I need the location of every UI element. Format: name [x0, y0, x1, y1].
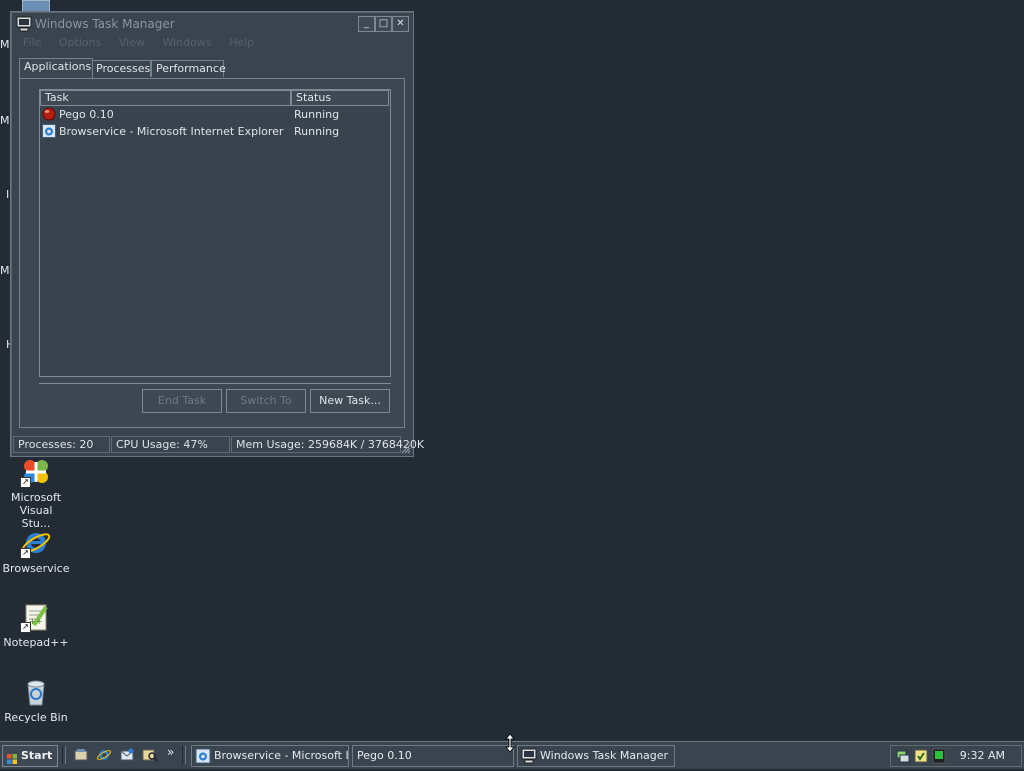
quick-launch-more-icon[interactable]: »	[167, 745, 174, 759]
close-button[interactable]: ✕	[392, 16, 409, 32]
menu-bar: File Options View Windows Help	[15, 36, 409, 52]
applications-panel: Task Status Pego 0.10 Running Browservic…	[19, 78, 405, 428]
desktop-partial-label-2: M	[0, 114, 10, 127]
resize-grip-icon[interactable]	[401, 444, 411, 454]
show-desktop-icon[interactable]	[73, 747, 89, 763]
desktop-icon-notepadpp[interactable]: ++ ↗ Notepad++	[0, 601, 72, 649]
taskbar-button-pego[interactable]: Pego 0.10	[352, 745, 514, 767]
maximize-button[interactable]: □	[375, 16, 392, 32]
network-icon[interactable]	[895, 748, 911, 767]
taskbar-button-label: Pego 0.10	[357, 749, 412, 762]
pego-icon	[42, 107, 56, 121]
shortcut-arrow-icon: ↗	[20, 548, 31, 559]
switch-to-button[interactable]: Switch To	[226, 389, 306, 413]
start-label: Start	[21, 749, 53, 762]
task-list[interactable]: Task Status Pego 0.10 Running Browservic…	[39, 89, 391, 377]
end-task-button[interactable]: End Task	[142, 389, 222, 413]
visual-studio-icon: ↗	[20, 456, 52, 488]
start-button[interactable]: Start	[2, 745, 58, 767]
minimize-button[interactable]: _	[358, 16, 375, 32]
taskbar-separator	[182, 746, 186, 764]
title-bar[interactable]: Windows Task Manager _ □ ✕	[13, 14, 411, 34]
column-header-task[interactable]: Task	[40, 90, 291, 106]
desktop-icon-browservice[interactable]: ↗ Browservice	[0, 527, 72, 575]
new-task-button[interactable]: New Task...	[310, 389, 390, 413]
desktop-partial-label-4: M	[0, 264, 10, 277]
desktop-icon-visual-studio[interactable]: ↗ Microsoft Visual Stu...	[0, 456, 72, 530]
menu-file[interactable]: File	[23, 36, 41, 49]
taskbar-button-browservice[interactable]: Browservice - Microsoft I...	[191, 745, 349, 767]
security-icon[interactable]	[913, 748, 929, 767]
resize-cursor-icon	[505, 733, 515, 753]
notepad-plus-plus-icon: ++ ↗	[20, 601, 52, 633]
desktop-icon-label: Browservice	[2, 562, 70, 575]
taskbar-button-label: Windows Task Manager	[540, 749, 669, 762]
task-row[interactable]: Browservice - Microsoft Internet Explore…	[42, 123, 386, 140]
clock[interactable]: 9:32 AM	[960, 746, 1005, 766]
status-monitor-icon[interactable]	[931, 748, 947, 767]
outlook-express-icon[interactable]	[119, 747, 135, 763]
menu-options[interactable]: Options	[59, 36, 101, 49]
desktop-icon-label: Microsoft Visual Stu...	[10, 491, 62, 530]
task-manager-icon	[16, 16, 32, 32]
menu-windows[interactable]: Windows	[162, 36, 211, 49]
panel-divider	[39, 383, 391, 384]
shortcut-arrow-icon: ↗	[20, 622, 31, 633]
menu-help[interactable]: Help	[229, 36, 254, 49]
svg-text:++: ++	[29, 617, 42, 626]
desktop-partial-label-1: M	[0, 38, 10, 51]
taskbar-button-task-manager[interactable]: Windows Task Manager	[517, 745, 675, 767]
task-manager-icon	[521, 748, 537, 764]
task-row[interactable]: Pego 0.10 Running	[42, 106, 386, 123]
task-list-header: Task Status	[40, 90, 390, 106]
tab-processes[interactable]: Processes	[91, 60, 151, 77]
task-manager-window: Windows Task Manager _ □ ✕ File Options …	[10, 11, 424, 457]
status-processes: Processes: 20	[13, 436, 110, 453]
search-icon[interactable]	[142, 747, 158, 763]
status-mem-usage: Mem Usage: 259684K / 3768420K	[231, 436, 424, 453]
system-tray: 9:32 AM	[890, 745, 1022, 767]
tab-performance[interactable]: Performance	[151, 60, 226, 77]
internet-explorer-icon	[195, 748, 211, 764]
taskbar-separator	[62, 746, 66, 764]
status-bar: Processes: 20 CPU Usage: 47% Mem Usage: …	[13, 436, 424, 453]
window-title: Windows Task Manager	[35, 17, 175, 31]
task-status: Running	[294, 108, 340, 121]
taskbar-button-label: Browservice - Microsoft I...	[214, 749, 349, 762]
tab-applications[interactable]: Applications	[19, 58, 93, 78]
task-name: Pego 0.10	[59, 108, 114, 121]
task-name: Browservice - Microsoft Internet Explore…	[59, 125, 284, 138]
shortcut-arrow-icon: ↗	[20, 477, 31, 488]
internet-explorer-icon: ↗	[20, 527, 52, 559]
desktop-icon-recycle-bin[interactable]: Recycle Bin	[0, 676, 72, 724]
internet-explorer-icon[interactable]	[96, 747, 112, 763]
status-cpu-usage: CPU Usage: 47%	[111, 436, 230, 453]
desktop-icon-label: Recycle Bin	[4, 711, 68, 724]
task-status: Running	[294, 125, 340, 138]
internet-explorer-icon	[42, 124, 56, 138]
desktop-icon-label: Notepad++	[3, 636, 69, 649]
column-header-status[interactable]: Status	[291, 90, 389, 106]
recycle-bin-icon	[20, 676, 52, 708]
windows-logo-icon	[7, 751, 17, 764]
menu-view[interactable]: View	[119, 36, 145, 49]
